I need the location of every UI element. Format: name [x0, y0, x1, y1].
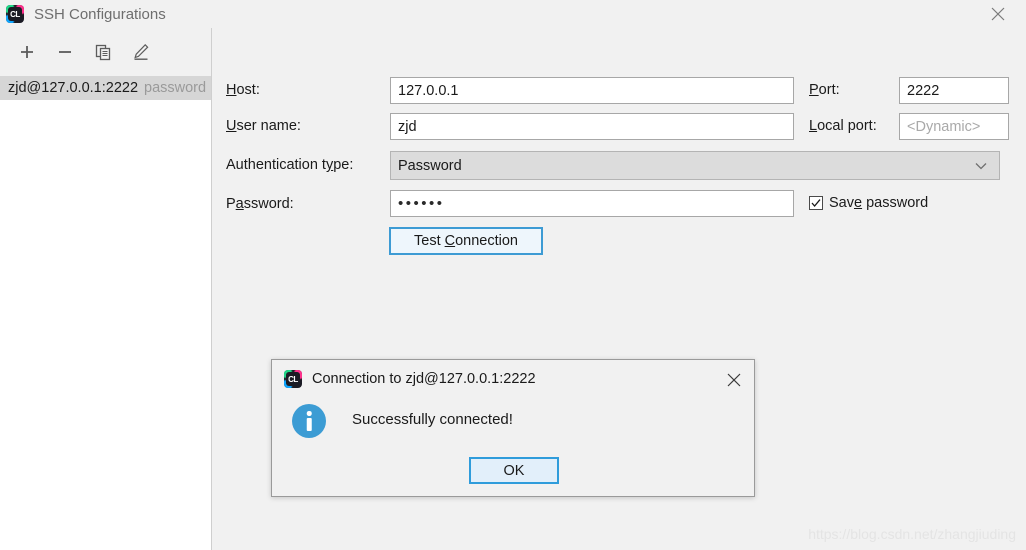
check-icon	[809, 196, 823, 210]
host-label: Host:	[226, 82, 260, 98]
auth-type-label: Authentication type:	[226, 157, 354, 173]
close-icon[interactable]	[978, 0, 1018, 28]
configurations-sidebar: zjd@127.0.0.1:2222 password	[0, 28, 212, 550]
dialog-titlebar: CL Connection to zjd@127.0.0.1:2222	[272, 360, 754, 398]
password-value: ••••••	[398, 195, 445, 212]
user-name-label: User name:	[226, 118, 301, 134]
add-button[interactable]	[16, 41, 38, 63]
remove-button[interactable]	[54, 41, 76, 63]
configuration-list[interactable]: zjd@127.0.0.1:2222 password	[0, 76, 211, 550]
auth-type-select[interactable]: Password	[390, 151, 1000, 180]
info-icon	[292, 404, 326, 438]
close-icon[interactable]	[722, 368, 746, 392]
save-password-label: Save password	[829, 195, 929, 211]
pencil-icon[interactable]	[130, 41, 152, 63]
port-input[interactable]: 2222	[899, 77, 1009, 104]
list-item-auth: password	[144, 80, 207, 96]
page-title: SSH Configurations	[34, 5, 166, 23]
copy-button[interactable]	[92, 41, 114, 63]
clion-icon: CL	[284, 370, 302, 388]
connection-result-dialog: CL Connection to zjd@127.0.0.1:2222 Succ…	[271, 359, 755, 497]
test-connection-label: Test Connection	[414, 233, 518, 249]
dialog-message: Successfully connected!	[352, 411, 513, 428]
password-label: Password:	[226, 196, 294, 212]
window-titlebar: CL SSH Configurations	[0, 0, 1026, 28]
user-name-input[interactable]: zjd	[390, 113, 794, 140]
list-item-label: zjd@127.0.0.1:2222	[8, 80, 139, 96]
local-port-label: Local port:	[809, 118, 877, 134]
watermark: https://blog.csdn.net/zhangjiuding	[808, 526, 1016, 542]
dialog-title: Connection to zjd@127.0.0.1:2222	[312, 371, 536, 387]
chevron-down-icon	[975, 162, 987, 170]
auth-type-value: Password	[398, 157, 462, 174]
port-label: Port:	[809, 82, 840, 98]
ok-button[interactable]: OK	[469, 457, 559, 484]
dialog-body: Successfully connected!	[272, 398, 754, 438]
password-input[interactable]: ••••••	[390, 190, 794, 217]
test-connection-button[interactable]: Test Connection	[389, 227, 543, 255]
clion-icon: CL	[6, 5, 24, 23]
list-item[interactable]: zjd@127.0.0.1:2222 password	[0, 76, 211, 100]
local-port-input[interactable]: <Dynamic>	[899, 113, 1009, 140]
host-input[interactable]: 127.0.0.1	[390, 77, 794, 104]
sidebar-toolbar	[0, 28, 211, 76]
save-password-checkbox[interactable]: Save password	[809, 195, 928, 211]
